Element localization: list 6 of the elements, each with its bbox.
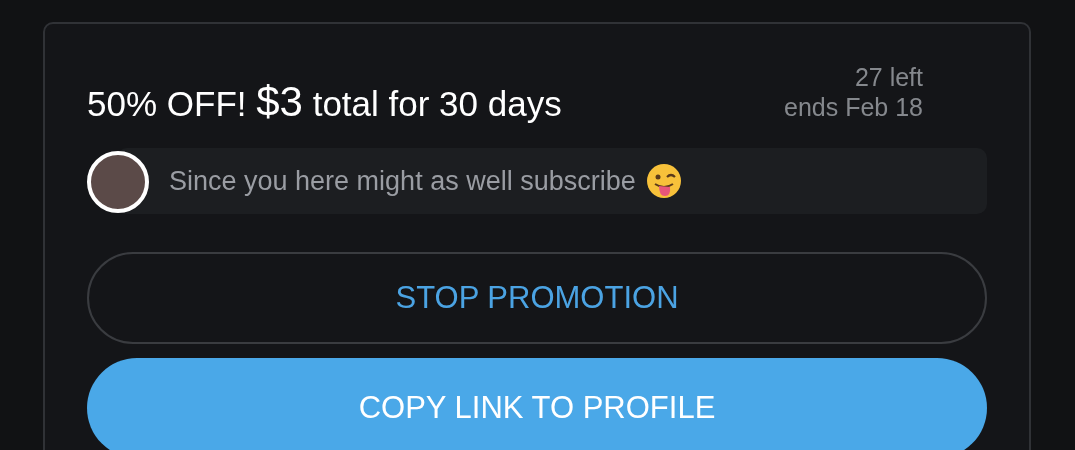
remaining-count: 27 left xyxy=(854,62,923,92)
end-date: ends Feb 18 xyxy=(784,92,923,122)
promotion-title: 50% OFF! $3 total for 30 days xyxy=(87,78,562,126)
message-text: Since you here might as well subscribe xyxy=(169,165,636,197)
stop-promotion-button[interactable]: STOP PROMOTION xyxy=(87,252,987,344)
winking-tongue-face-icon xyxy=(645,163,682,199)
